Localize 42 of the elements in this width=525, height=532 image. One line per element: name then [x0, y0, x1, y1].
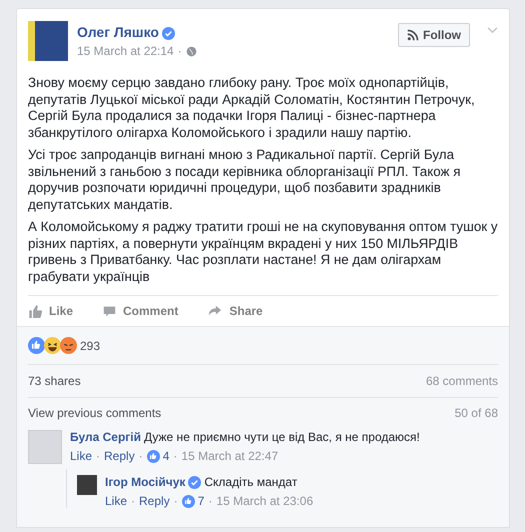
separator: ·	[178, 44, 182, 58]
like-reaction-icon	[28, 337, 45, 354]
separator: ·	[174, 494, 178, 508]
laughing-reaction-icon	[44, 337, 61, 354]
reply-link[interactable]: Reply	[139, 494, 170, 508]
comment-author[interactable]: Ігор Мосійчук	[105, 475, 186, 489]
share-action[interactable]: Share	[208, 304, 263, 318]
separator: ·	[96, 449, 100, 463]
comment-action[interactable]: Comment	[103, 304, 178, 318]
like-count: 7	[182, 494, 204, 508]
post-paragraph: А Коломойському я раджу тратити гроші не на скуповування оптом тушок у різних партіях, а повернути українцям вкрадені у них 150 МІЛЬЯРДІВ гривень з Приватбанку. Час розплати настане! Я не дам олігархам грабувати українців	[28, 219, 498, 285]
shares-link[interactable]: 73 shares	[28, 374, 81, 388]
like-action[interactable]: Like	[28, 304, 74, 318]
rss-icon	[407, 29, 419, 41]
comment-page-info: 50 of 68	[454, 406, 498, 420]
profile-photo-placeholder	[28, 21, 68, 61]
separator: ·	[208, 494, 212, 508]
like-count: 4	[146, 449, 170, 463]
chevron-down-icon[interactable]	[487, 27, 498, 34]
post-author[interactable]: Олег Ляшко	[77, 24, 159, 40]
speech-bubble-icon	[103, 304, 116, 318]
view-previous-link[interactable]: View previous comments	[28, 406, 162, 420]
share-arrow-icon	[208, 304, 222, 318]
comment-time: 15 March at 22:47	[181, 449, 278, 463]
separator: ·	[173, 449, 178, 463]
thumbs-up-icon	[28, 304, 42, 318]
separator: ·	[138, 449, 143, 463]
comment-author[interactable]: Була Сергій	[70, 430, 141, 444]
comment-text: Складіть мандат	[204, 475, 298, 489]
comment-time: 15 March at 23:06	[216, 494, 314, 508]
like-link[interactable]: Like	[70, 449, 92, 463]
comment-text: Дуже не приємно чути це від Вас, я не продаюся!	[144, 430, 420, 444]
angry-reaction-icon	[60, 337, 77, 354]
follow-button[interactable]: Follow	[398, 23, 470, 47]
reaction-count[interactable]: 293	[80, 338, 100, 352]
post-paragraph: Усі троє запроданців вигнані мною з Радикальної партії. Сергій Була звільнений з ганьбою з посади керівника облорганізації РПЛ. Також я доручив розпочати юридичні процедури, щоб позбавити зрадників депутатських мандатів.	[28, 147, 462, 213]
avatar-photo-placeholder	[77, 475, 97, 495]
separator: ·	[131, 494, 136, 508]
post-paragraph: Знову моєму серцю завдано глибоку рану. Троє моїх однопартійців, депутатів Луцької міської ради Аркадій Соломатін, Костянтин Петрочук, Сергій Була продалися за подачки Ігоря Палиці - бізнес-партнера збанкрутілого олігарха Коломойського і зрадили нашу партію.	[28, 75, 476, 141]
avatar-photo-placeholder	[28, 430, 62, 464]
like-link[interactable]: Like	[105, 494, 128, 508]
reply-link[interactable]: Reply	[104, 449, 135, 463]
